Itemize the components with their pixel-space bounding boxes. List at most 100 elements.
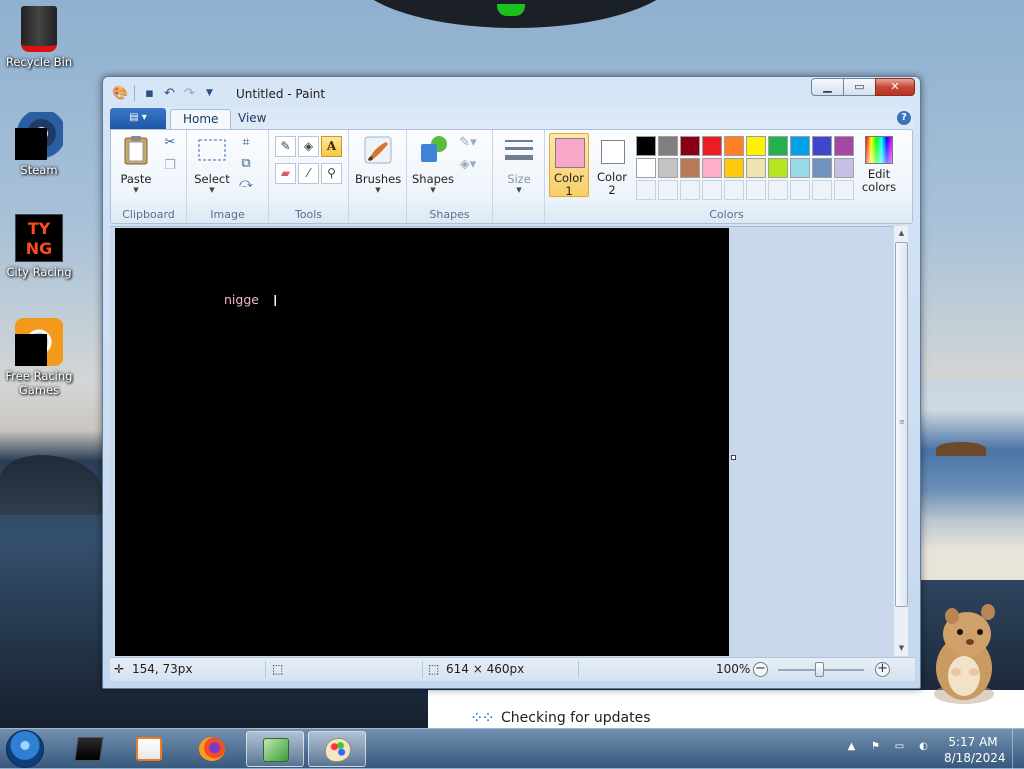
palette-swatch[interactable] (790, 136, 810, 156)
palette-swatch[interactable] (680, 158, 700, 178)
desktop-icon-city-racing[interactable]: TY NG City Racing (4, 214, 74, 279)
free-racing-games-icon (15, 318, 63, 366)
fill-icon[interactable]: ◈ (298, 136, 319, 157)
palette-swatch[interactable] (768, 158, 788, 178)
taskbar-app-terminal[interactable] (60, 731, 118, 767)
paint-app-icon[interactable]: 🎨 (112, 86, 128, 101)
save-icon[interactable]: ▪ (142, 86, 157, 101)
network-icon[interactable]: ◐ (916, 741, 931, 755)
close-button[interactable]: ✕ (875, 78, 915, 96)
vertical-scrollbar[interactable]: ▲ ≡ ▼ (893, 226, 908, 656)
taskbar-app-media-player[interactable] (120, 731, 178, 767)
taskbar-app-firefox[interactable] (183, 731, 241, 767)
desktop-icon-steam[interactable]: Steam (4, 112, 74, 177)
edit-colors-button[interactable]: Edit colors (857, 136, 901, 194)
text-tool-icon[interactable]: A (321, 136, 342, 157)
scroll-down-icon[interactable]: ▼ (894, 641, 909, 656)
palette-swatch[interactable] (746, 136, 766, 156)
copy-icon[interactable]: ❐ (161, 157, 179, 175)
taskbar-app-updater[interactable] (246, 731, 304, 767)
crop-icon[interactable]: ⌗ (237, 134, 255, 152)
color-picker-icon[interactable]: ⁄ (298, 163, 319, 184)
palette-swatch[interactable] (790, 158, 810, 178)
title-bar[interactable]: 🎨 ▪ ↶ ↷ ▼ Untitled - Paint ▁ ▭ ✕ (110, 77, 915, 107)
custom-color-slot[interactable] (812, 180, 832, 200)
tray-expand-icon[interactable]: ▲ (844, 741, 859, 755)
paint-menu-button[interactable]: ▤ ▾ (110, 108, 166, 129)
zoom-slider-thumb[interactable] (815, 662, 824, 677)
custom-color-slot[interactable] (746, 180, 766, 200)
brushes-button[interactable]: Brushes ▼ (355, 134, 401, 195)
palette-swatch[interactable] (768, 136, 788, 156)
color2-button[interactable]: Color 2 (593, 133, 631, 197)
palette-swatch[interactable] (636, 158, 656, 178)
select-dropdown-icon: ▼ (209, 186, 215, 194)
palette-swatch[interactable] (680, 136, 700, 156)
fill-shape-icon[interactable]: ◈▾ (459, 156, 477, 174)
cut-icon[interactable]: ✂ (161, 134, 179, 152)
undo-icon[interactable]: ↶ (162, 86, 177, 101)
custom-color-slot[interactable] (680, 180, 700, 200)
custom-color-slot[interactable] (724, 180, 744, 200)
maximize-button[interactable]: ▭ (843, 78, 876, 96)
palette-swatch[interactable] (658, 158, 678, 178)
hamster-mascot[interactable] (922, 596, 1012, 708)
display-icon[interactable]: ▭ (892, 741, 907, 755)
desktop-icon-recycle-bin[interactable]: Recycle Bin (4, 6, 74, 69)
custom-color-slot[interactable] (790, 180, 810, 200)
palette-swatch[interactable] (724, 158, 744, 178)
taskbar-app-paint[interactable] (308, 731, 366, 767)
scrollbar-thumb[interactable]: ≡ (895, 242, 908, 607)
brushes-dropdown-icon: ▼ (375, 186, 381, 194)
minimize-button[interactable]: ▁ (811, 78, 844, 96)
canvas-text[interactable]: nigge (224, 292, 259, 307)
outline-icon[interactable]: ✎▾ (459, 134, 477, 152)
drawing-canvas[interactable]: nigge I (115, 228, 729, 656)
shapes-button[interactable]: Shapes ▼ (411, 134, 455, 195)
scroll-up-icon[interactable]: ▲ (894, 226, 909, 241)
zoom-out-button[interactable]: − (753, 662, 768, 677)
paint-window[interactable]: 🎨 ▪ ↶ ↷ ▼ Untitled - Paint ▁ ▭ ✕ ▤ ▾ Hom… (102, 76, 921, 689)
size-button[interactable]: Size ▼ (499, 134, 539, 195)
desktop-gadget-bar (350, 0, 680, 28)
desktop-icon-free-racing-games[interactable]: Free Racing Games (4, 318, 74, 397)
scroll-grip-icon: ≡ (899, 418, 905, 426)
tab-home[interactable]: Home (170, 109, 232, 129)
custom-color-slot[interactable] (636, 180, 656, 200)
canvas-resize-handle[interactable] (731, 455, 736, 460)
palette-swatch[interactable] (812, 136, 832, 156)
custom-color-slot[interactable] (768, 180, 788, 200)
taskbar-clock[interactable]: 5:17 AM 8/18/2024 (944, 734, 1006, 766)
palette-swatch[interactable] (746, 158, 766, 178)
zoom-in-button[interactable]: + (875, 662, 890, 677)
palette-swatch[interactable] (812, 158, 832, 178)
palette-swatch[interactable] (702, 136, 722, 156)
show-desktop-button[interactable] (1012, 729, 1024, 769)
redo-icon[interactable]: ↷ (182, 86, 197, 101)
customize-qat-icon[interactable]: ▼ (202, 86, 217, 101)
custom-color-slot[interactable] (834, 180, 854, 200)
pencil-icon[interactable]: ✎ (275, 136, 296, 157)
tab-view[interactable]: View (226, 109, 278, 129)
rotate-icon[interactable]: ⤼ (237, 175, 255, 193)
eraser-icon[interactable]: ▰ (275, 163, 296, 184)
wallpaper-rocks (0, 455, 102, 515)
action-center-icon[interactable]: ⚑ (868, 741, 883, 755)
qat-separator (134, 85, 135, 101)
custom-color-slot[interactable] (702, 180, 722, 200)
palette-swatch[interactable] (834, 136, 854, 156)
select-button[interactable]: Select ▼ (193, 134, 231, 195)
palette-swatch[interactable] (834, 158, 854, 178)
help-icon[interactable]: ? (897, 111, 911, 125)
magnifier-icon[interactable]: ⚲ (321, 163, 342, 184)
palette-swatch[interactable] (702, 158, 722, 178)
canvas-workspace: nigge I (110, 226, 900, 656)
color1-button[interactable]: Color 1 (549, 133, 589, 198)
start-button[interactable] (6, 730, 44, 768)
palette-swatch[interactable] (658, 136, 678, 156)
palette-swatch[interactable] (636, 136, 656, 156)
resize-icon[interactable]: ⧉ (237, 155, 255, 173)
paste-button[interactable]: Paste ▼ (117, 134, 155, 195)
palette-swatch[interactable] (724, 136, 744, 156)
custom-color-slot[interactable] (658, 180, 678, 200)
